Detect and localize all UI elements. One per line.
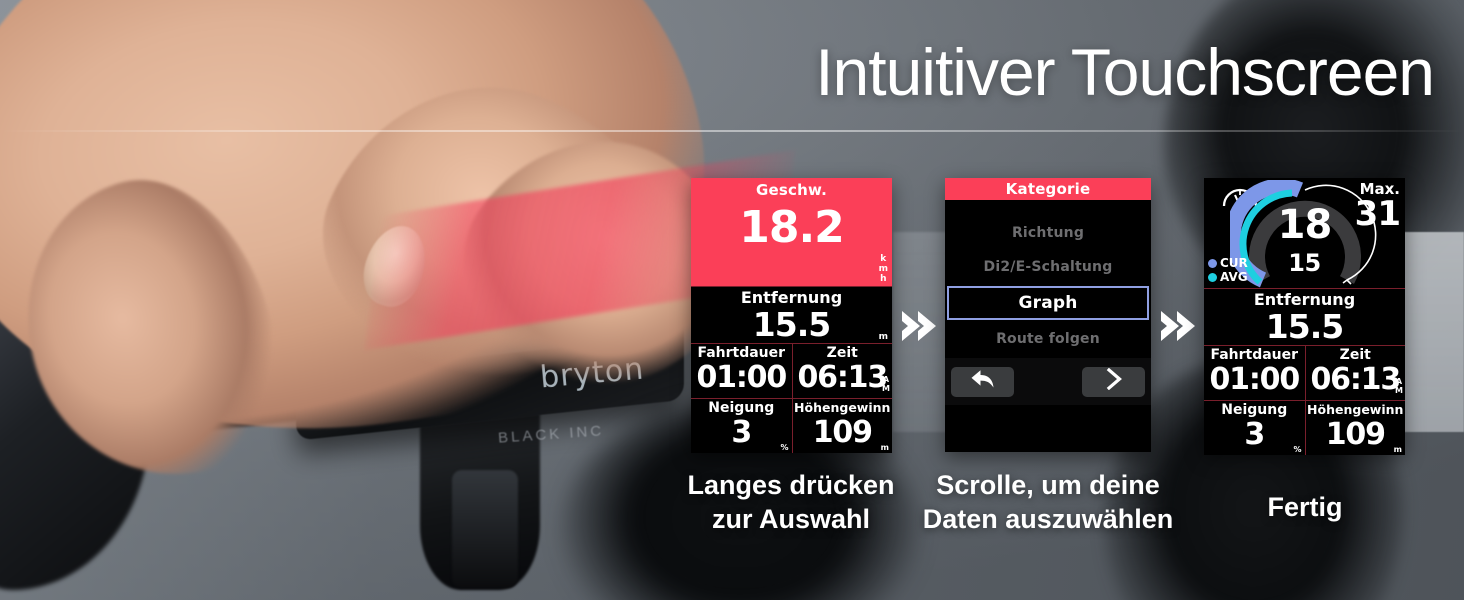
- caption-step-2-line-2: Daten auszuwählen: [922, 504, 1174, 534]
- device-mount-ring: [452, 470, 518, 588]
- distance-value: 15.5: [752, 305, 831, 344]
- metric-cell-elevationgain-3[interactable]: Höhengewinn 109 m: [1304, 401, 1405, 455]
- distance-panel-3[interactable]: Entfernung 15.5: [1204, 288, 1405, 345]
- promo-banner: bryton BLACK BLACK INC Intuitiver Touchs…: [0, 0, 1464, 600]
- caption-step-2: Scrolle, um deine Daten auszuwählen: [900, 468, 1196, 536]
- time-ampm-line-2-3: M: [1395, 386, 1403, 395]
- elevationgain-value-3: 109: [1325, 417, 1386, 452]
- list-item-graph-selected[interactable]: Graph: [947, 286, 1149, 320]
- distance-panel[interactable]: Entfernung 15.5 m: [691, 286, 892, 343]
- distance-value-3: 15.5: [1265, 307, 1344, 346]
- speed-unit-line-3: h: [880, 274, 887, 284]
- caption-step-1-line-2: zur Auswahl: [711, 504, 871, 534]
- metric-row-1: Fahrtdauer 01:00 Zeit 06:13 A M: [691, 343, 892, 398]
- legend-row-cur: CUR: [1208, 256, 1248, 270]
- speed-gauge-panel[interactable]: 18 15 Max. 31 CUR AVG: [1204, 178, 1405, 288]
- time-ampm: A M: [882, 375, 890, 393]
- screen2-button-bar: [945, 358, 1151, 405]
- back-button[interactable]: [951, 366, 1014, 397]
- page-title: Intuitiver Touchscreen: [815, 35, 1435, 109]
- metric-cell-time[interactable]: Zeit 06:13 A M: [791, 344, 892, 398]
- ridetime-value-3: 01:00: [1209, 362, 1301, 397]
- speed-value: 18.2: [739, 202, 845, 253]
- speed-label: Geschw.: [756, 181, 827, 199]
- double-chevron-right-icon-2: [1155, 303, 1201, 349]
- metric-cell-ridetime[interactable]: Fahrtdauer 01:00: [691, 344, 792, 398]
- legend-label-cur: CUR: [1220, 256, 1248, 270]
- time-value: 06:13: [797, 360, 889, 395]
- metric-row-2: Neigung 3 % Höhengewinn 109 m: [691, 398, 892, 453]
- caption-step-2-line-1: Scrolle, um deine: [936, 470, 1160, 500]
- legend-row-avg: AVG: [1208, 270, 1248, 284]
- grade-value-3: 3: [1244, 417, 1265, 452]
- metric-cell-time-3[interactable]: Zeit 06:13 A M: [1304, 346, 1405, 400]
- speed-unit-line-1: k: [880, 254, 887, 264]
- time-value-3: 06:13: [1310, 362, 1402, 397]
- device-screen-3-graph-page[interactable]: 18 15 Max. 31 CUR AVG Entfernung 15.5 Fa…: [1204, 178, 1405, 455]
- metric-cell-grade[interactable]: Neigung 3 %: [691, 399, 792, 453]
- caption-step-1-line-1: Langes drücken: [687, 470, 895, 500]
- speed-unit-line-2: m: [878, 264, 888, 274]
- gauge-max-value: 31: [1354, 194, 1401, 234]
- metric-row-1-3: Fahrtdauer 01:00 Zeit 06:13 A M: [1204, 345, 1405, 400]
- time-ampm-line-2: M: [882, 384, 890, 393]
- next-button[interactable]: [1082, 366, 1145, 397]
- ridetime-value: 01:00: [696, 360, 788, 395]
- header-divider: [0, 130, 1464, 132]
- legend-dot-avg: [1208, 272, 1217, 282]
- gauge-legend: CUR AVG: [1208, 256, 1248, 284]
- time-ampm-3: A M: [1395, 377, 1403, 395]
- elevationgain-unit: m: [880, 443, 889, 452]
- metric-cell-grade-3[interactable]: Neigung 3 %: [1204, 401, 1305, 455]
- chevron-right-icon: [1104, 367, 1124, 395]
- list-item-route-folgen[interactable]: Route folgen: [945, 322, 1151, 356]
- legend-dot-cur: [1208, 258, 1217, 268]
- caption-step-1: Langes drücken zur Auswahl: [651, 468, 931, 536]
- grade-unit-3: %: [1293, 445, 1302, 454]
- grade-unit: %: [780, 443, 789, 452]
- category-title: Kategorie: [945, 178, 1151, 200]
- list-item-richtung[interactable]: Richtung: [945, 216, 1151, 250]
- legend-label-avg: AVG: [1220, 270, 1248, 284]
- device-screen-1-data-page[interactable]: Geschw. 18.2 k m h Entfernung 15.5 m Fah…: [691, 178, 892, 453]
- back-arrow-icon: [970, 368, 996, 395]
- gauge-max-readout: Max. 31: [1354, 181, 1401, 234]
- grade-value: 3: [731, 415, 752, 450]
- list-item-di2[interactable]: Di2/E-Schaltung: [945, 250, 1151, 284]
- elevationgain-unit-3: m: [1393, 445, 1402, 454]
- metric-row-2-3: Neigung 3 % Höhengewinn 109 m: [1204, 400, 1405, 455]
- elevationgain-value: 109: [812, 415, 873, 450]
- caption-step-3: Fertig: [1267, 492, 1343, 522]
- speed-panel[interactable]: Geschw. 18.2 k m h: [691, 178, 892, 286]
- device-screen-2-category-menu[interactable]: Kategorie Richtung Di2/E-Schaltung Graph…: [945, 178, 1151, 452]
- speed-unit: k m h: [879, 254, 888, 284]
- distance-unit: m: [878, 332, 888, 342]
- time-ampm-line-1: A: [882, 375, 890, 384]
- category-list[interactable]: Richtung Di2/E-Schaltung Graph Route fol…: [945, 200, 1151, 405]
- double-chevron-right-icon-1: [896, 303, 942, 349]
- metric-cell-ridetime-3[interactable]: Fahrtdauer 01:00: [1204, 346, 1305, 400]
- time-ampm-line-1-3: A: [1395, 377, 1403, 386]
- metric-cell-elevationgain[interactable]: Höhengewinn 109 m: [791, 399, 892, 453]
